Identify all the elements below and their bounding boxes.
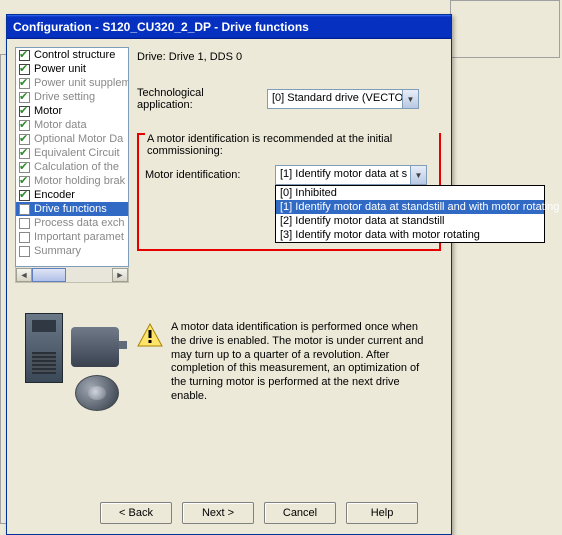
motor-id-dropdown-list[interactable]: [0] Inhibited[1] Identify motor data at …	[275, 185, 545, 243]
window-client: Control structure Power unit Power unit su…	[7, 39, 451, 534]
dropdown-arrow-icon[interactable]: ▼	[410, 166, 426, 184]
nav-list[interactable]: Control structure Power unit Power unit su…	[15, 47, 129, 267]
nav-item-label: Motor holding brak	[34, 175, 125, 187]
nav-item[interactable]: Drive functions	[16, 202, 128, 216]
dropdown-option[interactable]: [2] Identify motor data at standstill	[276, 214, 544, 228]
checkbox-icon	[19, 92, 30, 103]
nav-item[interactable]: Process data exch	[16, 216, 128, 230]
drive-label: Drive: Drive 1, DDS 0	[137, 51, 441, 63]
dropdown-option[interactable]: [0] Inhibited	[276, 186, 544, 200]
nav-item[interactable]: Power unit supplem	[16, 76, 128, 90]
nav-item[interactable]: Calculation of the	[16, 160, 128, 174]
content-panel: Drive: Drive 1, DDS 0 Technological appl…	[135, 47, 443, 492]
checkbox-icon	[19, 162, 30, 173]
nav-item[interactable]: Motor data	[16, 118, 128, 132]
motor-icon	[71, 327, 119, 367]
checkbox-icon	[19, 78, 30, 89]
checkbox-icon	[19, 106, 30, 117]
motor-id-group-label: A motor identification is recommended at…	[145, 133, 439, 157]
motor-id-group: A motor identification is recommended at…	[137, 133, 441, 251]
checkbox-icon	[19, 134, 30, 145]
checkbox-icon	[19, 176, 30, 187]
checkbox-icon	[19, 64, 30, 75]
nav-item-label: Drive functions	[34, 203, 107, 215]
nav-item-label: Power unit supplem	[34, 77, 128, 89]
warning-icon	[137, 323, 163, 347]
dropdown-arrow-icon[interactable]: ▼	[402, 90, 418, 108]
nav-item-label: Motor	[34, 105, 62, 117]
checkbox-icon	[19, 50, 30, 61]
nav-item[interactable]: Equivalent Circuit	[16, 146, 128, 160]
nav-item-label: Power unit	[34, 63, 86, 75]
encoder-icon	[75, 375, 119, 411]
drive-unit-icon	[25, 313, 63, 383]
motor-id-row: Motor identification: [1] Identify motor…	[145, 165, 433, 185]
tech-application-value: [0] Standard drive (VECTOR	[268, 90, 402, 108]
window-title: Configuration - S120_CU320_2_DP - Drive …	[13, 20, 309, 34]
nav-item[interactable]: Summary	[16, 244, 128, 258]
checkbox-icon	[19, 218, 30, 229]
tech-application-label: Technological application:	[137, 87, 257, 111]
checkbox-icon	[19, 190, 30, 201]
nav-item[interactable]: Drive setting	[16, 90, 128, 104]
back-button[interactable]: < Back	[100, 502, 172, 524]
motor-id-value: [1] Identify motor data at s	[276, 166, 410, 184]
nav-item-label: Important paramet	[34, 231, 124, 243]
info-row: A motor data identification is performed…	[137, 321, 441, 404]
checkbox-icon	[19, 246, 30, 257]
nav-item[interactable]: Encoder	[16, 188, 128, 202]
device-illustration	[15, 313, 129, 413]
motor-id-combo[interactable]: [1] Identify motor data at s ▼	[275, 165, 427, 185]
nav-item[interactable]: Motor	[16, 104, 128, 118]
next-button[interactable]: Next >	[182, 502, 254, 524]
motor-id-label: Motor identification:	[145, 169, 265, 181]
left-column: Control structure Power unit Power unit su…	[15, 47, 129, 492]
nav-item[interactable]: Control structure	[16, 48, 128, 62]
checkbox-icon	[19, 120, 30, 131]
nav-item-label: Process data exch	[34, 217, 125, 229]
checkbox-icon	[19, 204, 30, 215]
checkbox-icon	[19, 232, 30, 243]
wizard-button-row: < Back Next > Cancel Help	[15, 492, 443, 526]
help-button[interactable]: Help	[346, 502, 418, 524]
scroll-right-arrow-icon[interactable]: ►	[112, 268, 128, 282]
nav-item-label: Drive setting	[34, 91, 95, 103]
dropdown-option[interactable]: [1] Identify motor data at standstill an…	[276, 200, 544, 214]
tech-application-row: Technological application: [0] Standard …	[137, 87, 441, 111]
window-titlebar[interactable]: Configuration - S120_CU320_2_DP - Drive …	[7, 15, 451, 39]
checkbox-icon	[19, 148, 30, 159]
tech-application-combo[interactable]: [0] Standard drive (VECTOR ▼	[267, 89, 419, 109]
nav-item-label: Calculation of the	[34, 161, 119, 173]
dropdown-option[interactable]: [3] Identify motor data with motor rotat…	[276, 228, 544, 242]
cancel-button[interactable]: Cancel	[264, 502, 336, 524]
nav-item-label: Motor data	[34, 119, 87, 131]
nav-item[interactable]: Motor holding brak	[16, 174, 128, 188]
nav-item[interactable]: Power unit	[16, 62, 128, 76]
nav-item-label: Control structure	[34, 49, 115, 61]
nav-item-label: Optional Motor Da	[34, 133, 123, 145]
info-text: A motor data identification is performed…	[171, 321, 435, 404]
scroll-thumb[interactable]	[32, 268, 66, 282]
nav-item-label: Equivalent Circuit	[34, 147, 120, 159]
nav-item-label: Summary	[34, 245, 81, 257]
background-frame-top	[450, 0, 560, 58]
nav-item-label: Encoder	[34, 189, 75, 201]
nav-item[interactable]: Optional Motor Da	[16, 132, 128, 146]
nav-horizontal-scrollbar[interactable]: ◄ ►	[15, 267, 129, 283]
nav-item[interactable]: Important paramet	[16, 230, 128, 244]
config-window: Configuration - S120_CU320_2_DP - Drive …	[6, 14, 452, 535]
scroll-left-arrow-icon[interactable]: ◄	[16, 268, 32, 282]
